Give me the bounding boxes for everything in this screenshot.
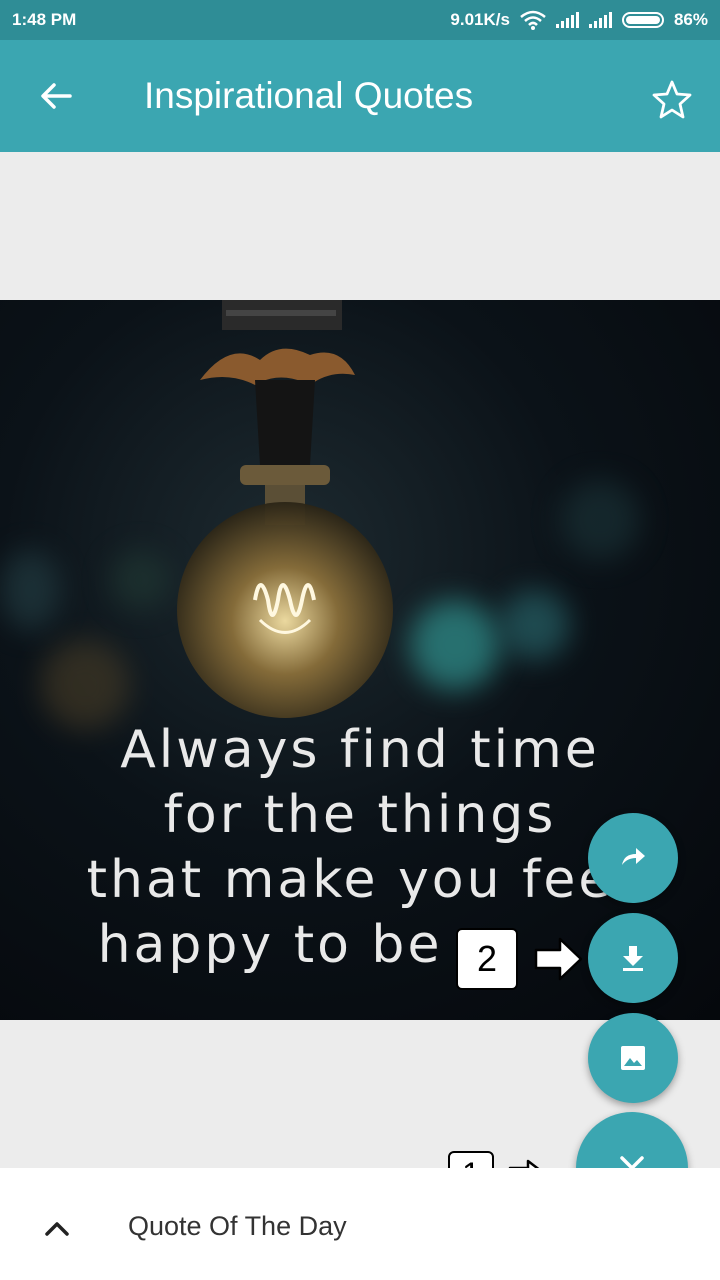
sheet-title[interactable]: Quote Of The Day bbox=[128, 1208, 347, 1244]
wifi-icon bbox=[520, 10, 546, 30]
page-title: Inspirational Quotes bbox=[144, 75, 474, 116]
status-time: 1:48 PM bbox=[12, 10, 77, 29]
image-icon bbox=[621, 1046, 645, 1070]
favorite-button[interactable] bbox=[650, 78, 694, 122]
star-outline-icon bbox=[652, 80, 692, 119]
download-button[interactable] bbox=[588, 913, 678, 1003]
quote-image[interactable]: Always find time for the things that mak… bbox=[0, 300, 720, 1020]
lightbulb-illustration bbox=[177, 300, 393, 718]
chevron-up-icon bbox=[45, 1222, 69, 1236]
annotation-marker-2: 2 bbox=[456, 928, 518, 990]
expand-sheet-button[interactable] bbox=[40, 1212, 74, 1246]
signal-icon bbox=[588, 12, 612, 28]
battery-level: 86% bbox=[673, 10, 708, 29]
arrow-right-icon bbox=[534, 937, 583, 981]
status-bar: 1:48 PM 9.01K/s 86% bbox=[0, 0, 720, 40]
signal-icon bbox=[555, 12, 579, 28]
download-icon bbox=[623, 946, 643, 971]
quote-of-the-day-sheet: Quote Of The Day bbox=[0, 1168, 720, 1280]
app-bar: Inspirational Quotes bbox=[0, 40, 720, 152]
share-button[interactable] bbox=[588, 813, 678, 903]
network-speed: 9.01K/s bbox=[450, 10, 510, 29]
status-indicators: 9.01K/s 86% bbox=[450, 10, 708, 30]
quote-line: Always find time bbox=[120, 720, 600, 780]
set-wallpaper-button[interactable] bbox=[588, 1013, 678, 1103]
share-icon bbox=[622, 848, 645, 865]
arrow-back-icon bbox=[41, 83, 72, 109]
battery-icon bbox=[621, 12, 664, 28]
back-button[interactable] bbox=[34, 74, 78, 118]
